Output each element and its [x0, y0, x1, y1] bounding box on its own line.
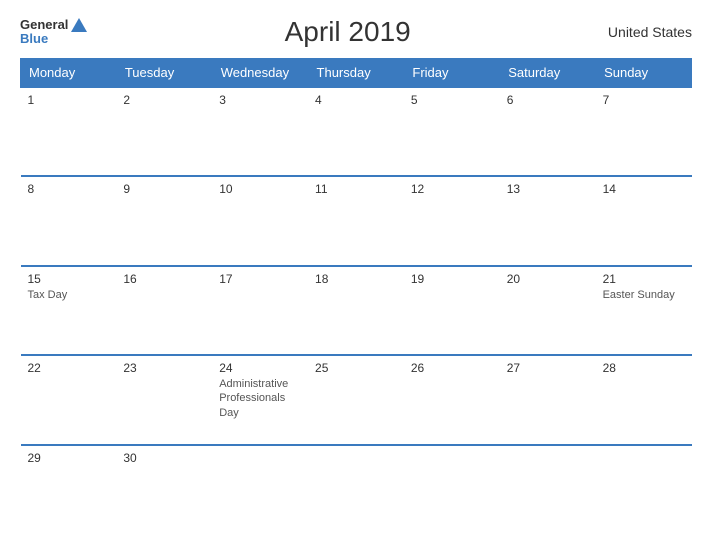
event-label: Easter Sunday [603, 288, 685, 302]
calendar-day-cell [596, 445, 692, 534]
day-number: 10 [219, 182, 301, 196]
region-label: United States [608, 24, 692, 40]
day-number: 28 [603, 361, 685, 375]
event-label: Tax Day [28, 288, 110, 302]
day-number: 27 [507, 361, 589, 375]
calendar-day-cell: 10 [212, 176, 308, 265]
day-number: 4 [315, 93, 397, 107]
calendar-day-cell: 3 [212, 87, 308, 176]
calendar-day-cell: 4 [308, 87, 404, 176]
day-number: 16 [123, 272, 205, 286]
day-number: 6 [507, 93, 589, 107]
day-number: 23 [123, 361, 205, 375]
day-number: 25 [315, 361, 397, 375]
day-number: 5 [411, 93, 493, 107]
day-number: 12 [411, 182, 493, 196]
day-number: 11 [315, 182, 397, 196]
calendar-day-cell: 18 [308, 266, 404, 355]
logo-general-text: General [20, 18, 68, 32]
logo-triangle-icon [71, 18, 87, 32]
calendar-day-cell: 16 [116, 266, 212, 355]
day-number: 8 [28, 182, 110, 196]
calendar-day-cell: 13 [500, 176, 596, 265]
calendar-week-row: 89 10 11 12 13 14 [21, 176, 692, 265]
day-number: 30 [123, 451, 205, 465]
calendar-day-cell: 20 [500, 266, 596, 355]
day-number: 18 [315, 272, 397, 286]
calendar-day-cell [404, 445, 500, 534]
calendar-day-cell: 11 [308, 176, 404, 265]
weekday-header: Saturday [500, 59, 596, 88]
calendar-day-cell: 8 [21, 176, 117, 265]
event-label: AdministrativeProfessionals Day [219, 377, 301, 420]
calendar-day-cell: 28 [596, 355, 692, 444]
day-number: 13 [507, 182, 589, 196]
calendar-day-cell: 26 [404, 355, 500, 444]
day-number: 9 [123, 182, 205, 196]
calendar-day-cell: 6 [500, 87, 596, 176]
day-number: 17 [219, 272, 301, 286]
calendar-day-cell [212, 445, 308, 534]
weekday-header: Friday [404, 59, 500, 88]
day-number: 24 [219, 361, 301, 375]
weekday-header-row: MondayTuesdayWednesdayThursdayFridaySatu… [21, 59, 692, 88]
calendar-title: April 2019 [285, 16, 411, 48]
calendar-day-cell: 1 [21, 87, 117, 176]
calendar-day-cell: 2 [116, 87, 212, 176]
day-number: 1 [28, 93, 110, 107]
weekday-header: Monday [21, 59, 117, 88]
calendar-day-cell: 29 [21, 445, 117, 534]
calendar-week-row: 15 Tax Day 16 17 18 19 20 21 Easter Sunday [21, 266, 692, 355]
day-number: 2 [123, 93, 205, 107]
day-number: 22 [28, 361, 110, 375]
logo: General Blue [20, 18, 87, 47]
day-number: 3 [219, 93, 301, 107]
day-number: 19 [411, 272, 493, 286]
calendar-week-row: 1234567 [21, 87, 692, 176]
calendar-day-cell: 14 [596, 176, 692, 265]
day-number: 29 [28, 451, 110, 465]
calendar-day-cell: 5 [404, 87, 500, 176]
calendar-day-cell: 22 [21, 355, 117, 444]
calendar-day-cell: 7 [596, 87, 692, 176]
day-number: 15 [28, 272, 110, 286]
day-number: 20 [507, 272, 589, 286]
calendar-day-cell: 9 [116, 176, 212, 265]
calendar-header: General Blue April 2019 United States [20, 16, 692, 48]
calendar-day-cell: 12 [404, 176, 500, 265]
weekday-header: Wednesday [212, 59, 308, 88]
calendar-day-cell: 17 [212, 266, 308, 355]
weekday-header: Sunday [596, 59, 692, 88]
calendar-day-cell: 15 Tax Day [21, 266, 117, 355]
calendar-day-cell: 21 Easter Sunday [596, 266, 692, 355]
day-number: 14 [603, 182, 685, 196]
weekday-header: Thursday [308, 59, 404, 88]
calendar-week-row: 29 30 [21, 445, 692, 534]
calendar-day-cell: 30 [116, 445, 212, 534]
calendar-day-cell: 23 [116, 355, 212, 444]
calendar-day-cell: 25 [308, 355, 404, 444]
calendar-table: MondayTuesdayWednesdayThursdayFridaySatu… [20, 58, 692, 534]
calendar-day-cell [308, 445, 404, 534]
day-number: 26 [411, 361, 493, 375]
day-number: 21 [603, 272, 685, 286]
calendar-day-cell: 24 AdministrativeProfessionals Day [212, 355, 308, 444]
calendar-day-cell: 27 [500, 355, 596, 444]
calendar-week-row: 22 23 24 AdministrativeProfessionals Day 25 2… [21, 355, 692, 444]
logo-blue-text: Blue [20, 32, 48, 46]
day-number: 7 [603, 93, 685, 107]
weekday-header: Tuesday [116, 59, 212, 88]
calendar-day-cell: 19 [404, 266, 500, 355]
calendar-day-cell [500, 445, 596, 534]
